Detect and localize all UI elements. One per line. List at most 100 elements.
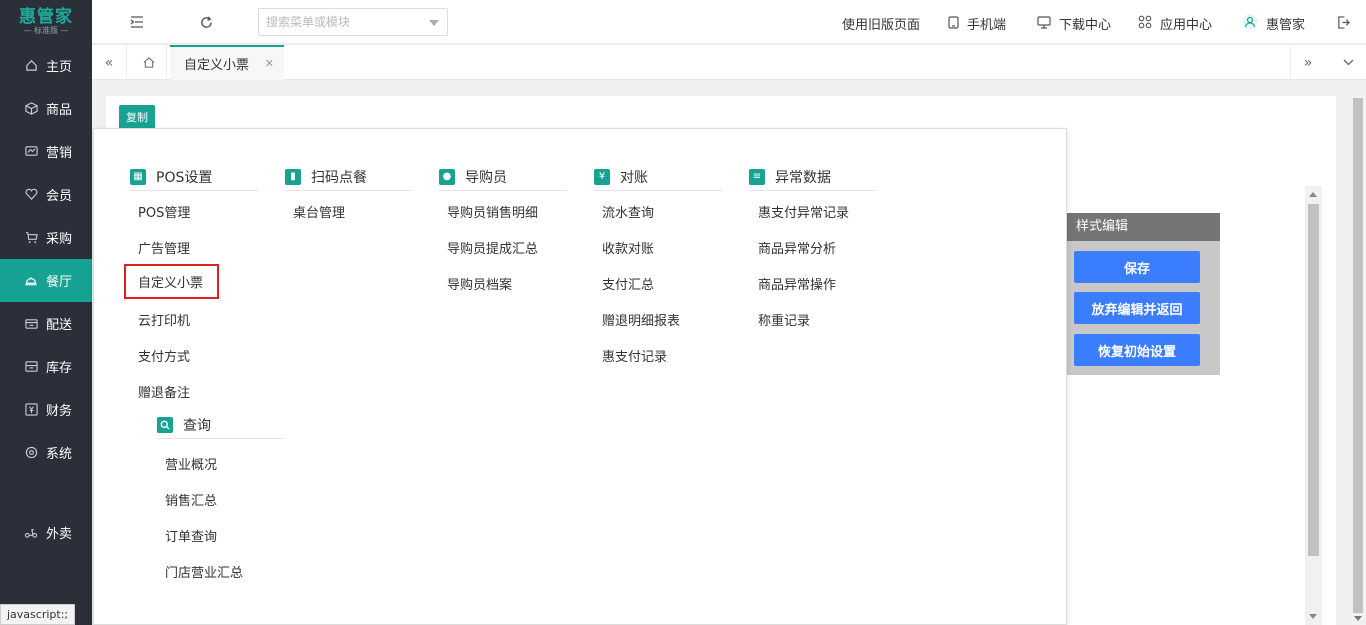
money-icon (24, 403, 38, 417)
phone-icon (948, 15, 959, 32)
sidebar-item-system[interactable]: 系统 (0, 431, 92, 474)
sidebar-item-delivery[interactable]: 配送 (0, 302, 92, 345)
tabs-scroll-left-icon[interactable]: « (92, 45, 127, 80)
menu-item-business-overview[interactable]: 营业概况 (165, 454, 217, 473)
heart-icon (24, 188, 38, 202)
scroll-down-icon[interactable] (1354, 616, 1362, 621)
menu-item-hui-pay-records[interactable]: 惠支付记录 (602, 346, 667, 365)
sidebar-item-home[interactable]: 主页 (0, 44, 92, 87)
menu-item-guide-archive[interactable]: 导购员档案 (447, 274, 512, 293)
scooter-icon (24, 526, 38, 540)
sidebar-item-label: 配送 (46, 318, 73, 333)
menu-group-reconciliation: ¥ 对账 (594, 163, 722, 191)
collapse-menu-icon[interactable] (128, 13, 146, 31)
style-edit-panel: 样式编辑 保存 放弃编辑并返回 恢复初始设置 (1067, 213, 1220, 375)
menu-item-order-query[interactable]: 订单查询 (165, 526, 217, 545)
menu-item-goods-exception-analysis[interactable]: 商品异常分析 (758, 238, 836, 257)
home-icon (24, 59, 38, 73)
restore-defaults-button[interactable]: 恢复初始设置 (1074, 334, 1200, 366)
menu-item-payment-methods[interactable]: 支付方式 (138, 346, 190, 365)
menu-group-title: 对账 (620, 169, 648, 186)
sidebar-item-purchase[interactable]: 采购 (0, 216, 92, 259)
save-button[interactable]: 保存 (1074, 251, 1200, 283)
sidebar-item-member[interactable]: 会员 (0, 173, 92, 216)
ledger-icon: ¥ (594, 168, 610, 185)
old-version-link[interactable]: 使用旧版页面 (842, 14, 920, 33)
user-menu[interactable]: 惠管家 (1242, 14, 1305, 33)
sidebar-item-label: 系统 (46, 447, 73, 462)
page-scrollbar[interactable] (1350, 96, 1366, 625)
menu-item-store-business-summary[interactable]: 门店营业汇总 (165, 562, 243, 581)
menu-item-ad-management[interactable]: 广告管理 (138, 238, 190, 257)
chevron-down-icon (429, 20, 439, 26)
sidebar-item-label: 库存 (46, 361, 73, 376)
monitor-icon (1037, 15, 1051, 32)
database-icon: ≡ (749, 168, 765, 185)
logo-title: 惠管家 (19, 7, 73, 27)
search-menu-select[interactable] (258, 8, 448, 36)
box-icon (24, 360, 38, 374)
search-icon (157, 416, 173, 433)
tabs-scroll-right-icon[interactable]: » (1290, 45, 1325, 80)
delivery-icon (24, 317, 38, 331)
menu-item-weighing-records[interactable]: 称重记录 (758, 310, 810, 329)
close-icon[interactable]: ✕ (265, 57, 274, 70)
sidebar-item-takeout[interactable]: 外卖 (0, 511, 92, 554)
menu-item-sales-summary[interactable]: 销售汇总 (165, 490, 217, 509)
sidebar-item-label: 采购 (46, 232, 73, 247)
sidebar-item-restaurant[interactable]: 餐厅 (0, 259, 92, 302)
menu-item-payment-summary[interactable]: 支付汇总 (602, 274, 654, 293)
user-icon (1242, 14, 1258, 33)
home-tab-icon[interactable] (132, 45, 167, 80)
old-version-label: 使用旧版页面 (842, 18, 921, 33)
app-center-label: 应用中心 (1160, 18, 1213, 33)
sidebar-item-inventory[interactable]: 库存 (0, 345, 92, 388)
apps-icon (1138, 15, 1152, 32)
menu-item-transaction-query[interactable]: 流水查询 (602, 202, 654, 221)
sidebar-item-label: 主页 (46, 60, 73, 75)
menu-item-goods-exception-operations[interactable]: 商品异常操作 (758, 274, 836, 293)
sidebar: 惠管家 — 标准版 — 主页 商品 营销 会员 采购 餐厅 配送 库存 财务 系… (0, 0, 92, 625)
cart-icon (24, 231, 38, 245)
tab-custom-receipt[interactable]: 自定义小票 ✕ (170, 45, 284, 80)
search-input[interactable] (259, 9, 419, 35)
sidebar-item-marketing[interactable]: 营销 (0, 130, 92, 173)
copy-button[interactable]: 复制 (119, 105, 155, 129)
person-icon: ● (439, 168, 455, 185)
top-header: 使用旧版页面 手机端 下载中心 应用中心 惠管家 (92, 0, 1366, 44)
menu-item-cloud-printer[interactable]: 云打印机 (138, 310, 190, 329)
menu-group-pos-settings: ▦ POS设置 (130, 163, 258, 191)
menu-item-pos-management[interactable]: POS管理 (138, 202, 190, 221)
logo[interactable]: 惠管家 — 标准版 — (0, 0, 92, 44)
scrollbar-thumb[interactable] (1308, 204, 1319, 556)
sidebar-item-finance[interactable]: 财务 (0, 388, 92, 431)
menu-group-title: 扫码点餐 (311, 169, 367, 186)
refresh-icon[interactable] (197, 13, 215, 31)
menu-item-gift-return-report[interactable]: 赠退明细报表 (602, 310, 680, 329)
menu-group-exception-data: ≡ 异常数据 (749, 163, 877, 191)
download-center-link[interactable]: 下载中心 (1037, 14, 1111, 33)
preview-scrollbar[interactable] (1305, 186, 1322, 625)
tabs-dropdown-icon[interactable] (1331, 45, 1366, 80)
menu-item-guide-sales-detail[interactable]: 导购员销售明细 (447, 202, 538, 221)
mobile-link[interactable]: 手机端 (948, 14, 1006, 33)
pos-icon: ▦ (130, 168, 146, 185)
scroll-down-icon[interactable] (1309, 614, 1317, 619)
style-panel-title: 样式编辑 (1067, 213, 1220, 241)
menu-item-gift-return-notes[interactable]: 赠退备注 (138, 382, 190, 401)
sidebar-item-goods[interactable]: 商品 (0, 87, 92, 130)
user-name: 惠管家 (1266, 18, 1306, 33)
scrollbar-thumb[interactable] (1353, 98, 1363, 613)
logout-icon[interactable] (1334, 13, 1352, 31)
cube-icon (24, 102, 38, 116)
discard-and-return-button[interactable]: 放弃编辑并返回 (1074, 292, 1200, 324)
menu-item-payment-reconciliation[interactable]: 收款对账 (602, 238, 654, 257)
menu-item-pay-exception-records[interactable]: 惠支付异常记录 (758, 202, 849, 221)
menu-item-guide-commission-summary[interactable]: 导购员提成汇总 (447, 238, 538, 257)
menu-item-custom-receipt[interactable]: 自定义小票 (123, 264, 220, 299)
cloche-icon (24, 274, 38, 288)
scroll-up-icon[interactable] (1309, 192, 1317, 197)
tab-bar: « 自定义小票 ✕ » (92, 45, 1366, 80)
menu-item-table-management[interactable]: 桌台管理 (293, 202, 345, 221)
app-center-link[interactable]: 应用中心 (1138, 14, 1212, 33)
